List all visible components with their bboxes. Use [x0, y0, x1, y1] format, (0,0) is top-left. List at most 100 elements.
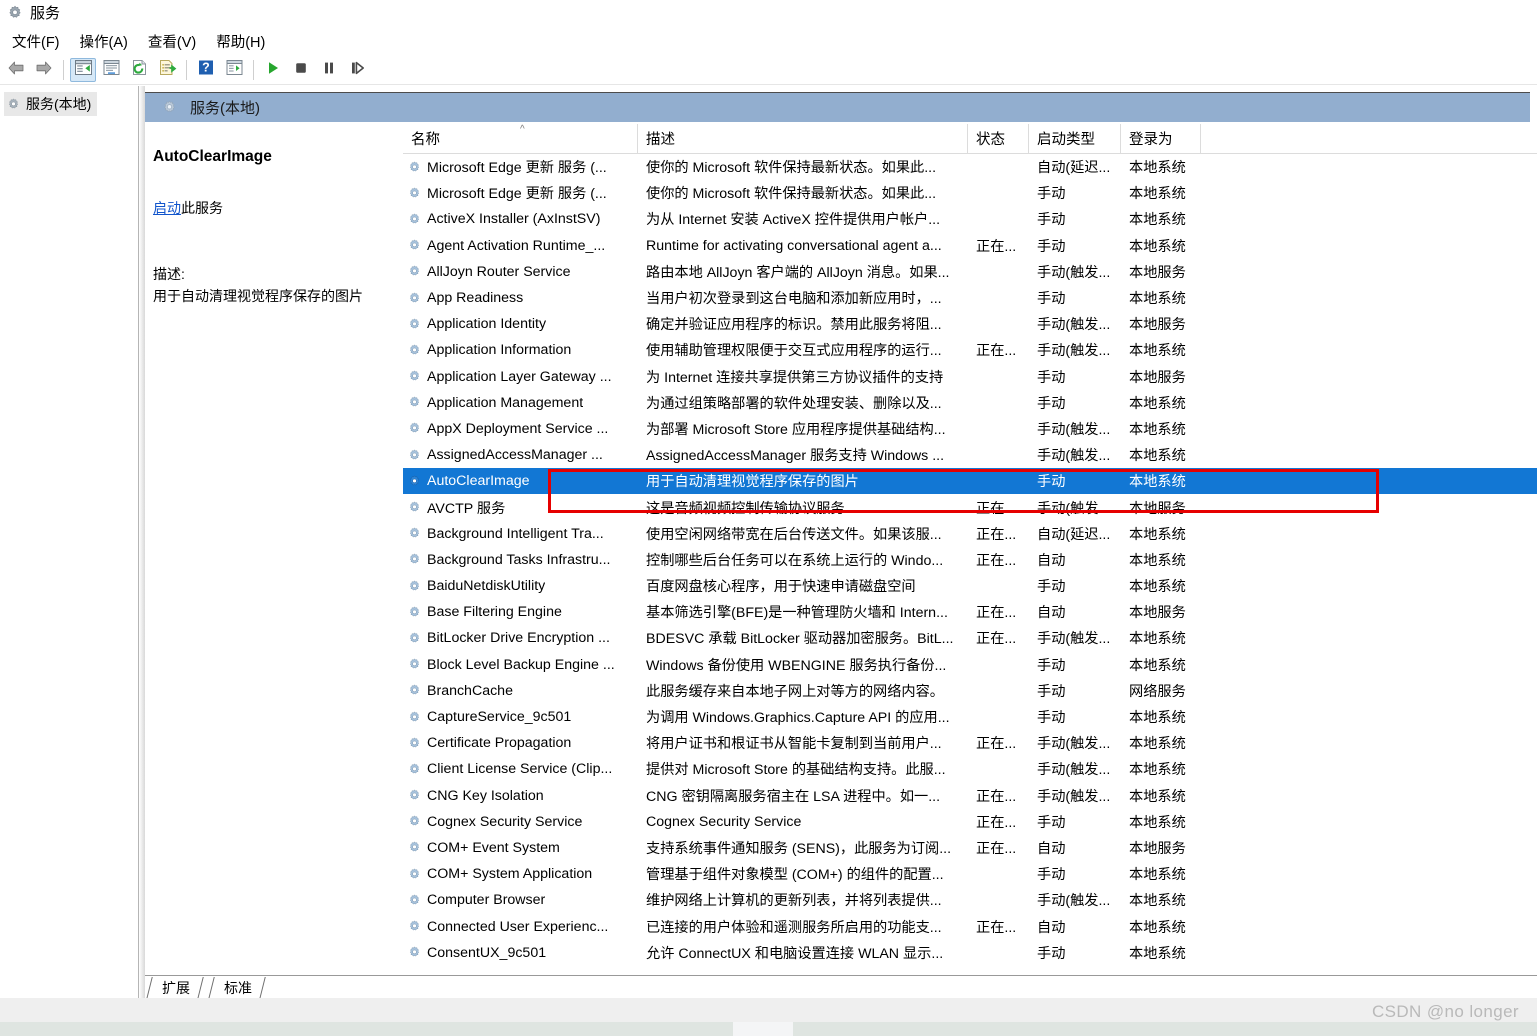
table-row[interactable]: Application Identity 确定并验证应用程序的标识。禁用此服务将阻…	[403, 311, 1537, 337]
tab-standard[interactable]: 标准	[208, 977, 266, 999]
start-service-link[interactable]: 启动	[153, 200, 181, 216]
column-header-status[interactable]: 状态	[968, 124, 1029, 153]
table-row[interactable]: Computer Browser 维护网络上计算机的更新列表，并将列表提供... 手…	[403, 887, 1537, 913]
pause-service-button[interactable]	[316, 58, 342, 82]
cell-status: 正在...	[976, 736, 1017, 753]
cell-description: Cognex Security Service	[646, 813, 802, 830]
table-row[interactable]: Microsoft Edge 更新 服务 (... 使你的 Microsoft 软…	[403, 154, 1537, 180]
table-row[interactable]: AssignedAccessManager ... AssignedAccessM…	[403, 442, 1537, 468]
cell-service-name: Computer Browser	[403, 892, 638, 908]
show-hide-tree-button[interactable]	[70, 58, 96, 82]
table-row[interactable]: App Readiness 当用户初次登录到这台电脑和添加新应用时，... 手动 本地…	[403, 285, 1537, 311]
cell-logon-as: 网络服务	[1129, 683, 1186, 700]
refresh-button[interactable]	[126, 58, 152, 82]
cell-service-name-label: AssignedAccessManager ...	[427, 447, 603, 464]
table-row[interactable]: CNG Key Isolation CNG 密钥隔离服务宿主在 LSA 进程中。如…	[403, 783, 1537, 809]
cell-service-name: Background Tasks Infrastru...	[403, 552, 638, 568]
help-button[interactable]: ?	[193, 58, 219, 82]
cell-logon-as: 本地系统	[1129, 945, 1186, 962]
properties-button[interactable]	[98, 58, 124, 82]
table-row[interactable]: Block Level Backup Engine ... Windows 备份使…	[403, 652, 1537, 678]
menu-help[interactable]: 帮助(H)	[206, 29, 275, 54]
cell-startup-type: 自动(延迟...	[1037, 160, 1111, 177]
services-gear-icon	[407, 657, 422, 672]
stop-service-button[interactable]	[288, 58, 314, 82]
table-row[interactable]: Base Filtering Engine 基本筛选引擎(BFE)是一种管理防火墙…	[403, 599, 1537, 625]
cell-service-name: Background Intelligent Tra...	[403, 526, 638, 542]
cell-description: 支持系统事件通知服务 (SENS)，此服务为订阅...	[646, 840, 952, 857]
menu-action[interactable]: 操作(A)	[70, 29, 138, 54]
cell-service-name: Cognex Security Service	[403, 814, 638, 830]
table-row[interactable]: Cognex Security Service Cognex Security S…	[403, 809, 1537, 835]
cell-description: 用于自动清理视觉程序保存的图片	[646, 474, 859, 491]
table-row[interactable]: Application Information 使用辅助管理权限便于交互式应用程序…	[403, 337, 1537, 363]
table-row[interactable]: CaptureService_9c501 为调用 Windows.Graphics…	[403, 704, 1537, 730]
table-row[interactable]: AVCTP 服务 这是音频视频控制传输协议服务 正在... 手动(触发... 本地服务	[403, 494, 1537, 520]
services-gear-icon	[407, 945, 422, 960]
menu-bar: 文件(F) 操作(A) 查看(V) 帮助(H)	[0, 28, 1537, 54]
cell-service-name: BranchCache	[403, 683, 638, 699]
show-action-pane-button[interactable]	[221, 58, 247, 82]
column-header-logon-as[interactable]: 登录为	[1121, 124, 1201, 153]
menu-file[interactable]: 文件(F)	[2, 29, 70, 54]
services-gear-icon	[407, 893, 422, 908]
export-list-button[interactable]	[154, 58, 180, 82]
forward-button[interactable]	[31, 58, 57, 82]
table-row[interactable]: BranchCache 此服务缓存来自本地子网上对等方的网络内容。 手动 网络服务	[403, 678, 1537, 704]
cell-description: 确定并验证应用程序的标识。禁用此服务将阻...	[646, 317, 942, 334]
cell-service-name: Application Information	[403, 342, 638, 358]
cell-status: 正在...	[976, 631, 1017, 648]
table-row[interactable]: AutoClearImage 用于自动清理视觉程序保存的图片 手动 本地系统	[403, 468, 1537, 495]
table-row[interactable]: Background Tasks Infrastru... 控制哪些后台任务可以在…	[403, 547, 1537, 573]
table-row[interactable]: ConsentUX_9c501 允许 ConnectUX 和电脑设置连接 WLAN…	[403, 940, 1537, 966]
back-button[interactable]	[3, 58, 29, 82]
table-row[interactable]: Application Layer Gateway ... 为 Internet …	[403, 364, 1537, 390]
cell-logon-as: 本地系统	[1129, 579, 1186, 596]
table-row[interactable]: Microsoft Edge 更新 服务 (... 使你的 Microsoft 软…	[403, 180, 1537, 206]
table-row[interactable]: COM+ System Application 管理基于组件对象模型 (COM+)…	[403, 861, 1537, 887]
svg-text:?: ?	[202, 60, 210, 74]
column-header-description[interactable]: 描述	[638, 124, 968, 153]
tab-extended[interactable]: 扩展	[146, 977, 204, 999]
start-service-button[interactable]	[260, 58, 286, 82]
cell-logon-as: 本地系统	[1129, 736, 1186, 753]
table-row[interactable]: Application Management 为通过组策略部署的软件处理安装、删除…	[403, 390, 1537, 416]
services-gear-icon	[407, 212, 422, 227]
table-row[interactable]: ActiveX Installer (AxInstSV) 为从 Internet …	[403, 206, 1537, 232]
menu-view[interactable]: 查看(V)	[138, 29, 206, 54]
cell-logon-as: 本地系统	[1129, 552, 1186, 569]
cell-description: 控制哪些后台任务可以在系统上运行的 Windo...	[646, 552, 944, 569]
cell-startup-type: 手动(触发...	[1037, 343, 1111, 360]
column-header-filler	[1201, 124, 1537, 153]
cell-logon-as: 本地系统	[1129, 762, 1186, 779]
services-gear-icon	[407, 448, 422, 463]
table-row[interactable]: Client License Service (Clip... 提供对 Micro…	[403, 756, 1537, 782]
table-row[interactable]: Connected User Experienc... 已连接的用户体验和遥测服务…	[403, 913, 1537, 939]
tree-node-services-local[interactable]: 服务(本地)	[4, 92, 98, 116]
table-row[interactable]: Certificate Propagation 将用户证书和根证书从智能卡复制到当…	[403, 730, 1537, 756]
detail-action-suffix: 此服务	[181, 200, 223, 216]
restart-service-button[interactable]	[344, 58, 370, 82]
cell-description: 为从 Internet 安装 ActiveX 控件提供用户帐户...	[646, 212, 941, 229]
services-gear-icon	[407, 160, 422, 175]
cell-service-name-label: Microsoft Edge 更新 服务 (...	[427, 186, 607, 203]
cell-startup-type: 手动(触发...	[1037, 762, 1111, 779]
services-gear-icon	[407, 579, 422, 594]
services-gear-icon	[6, 4, 24, 22]
cell-startup-type: 自动	[1037, 840, 1066, 857]
cell-logon-as: 本地系统	[1129, 788, 1186, 805]
column-header-startup-type[interactable]: 启动类型	[1029, 124, 1121, 153]
table-row[interactable]: COM+ Event System 支持系统事件通知服务 (SENS)，此服务为订…	[403, 835, 1537, 861]
taskbar-active-item[interactable]	[733, 1022, 793, 1036]
table-row[interactable]: Agent Activation Runtime_... Runtime for …	[403, 233, 1537, 259]
services-gear-icon	[407, 814, 422, 829]
column-header-name[interactable]: ^ 名称	[403, 124, 638, 153]
arrow-left-icon	[6, 60, 26, 81]
table-row[interactable]: BitLocker Drive Encryption ... BDESVC 承载 …	[403, 625, 1537, 651]
table-row[interactable]: BaiduNetdiskUtility 百度网盘核心程序，用于快速申请磁盘空间 手动…	[403, 573, 1537, 599]
cell-startup-type: 手动	[1037, 683, 1066, 700]
table-row[interactable]: Background Intelligent Tra... 使用空闲网络带宽在后台…	[403, 521, 1537, 547]
cell-startup-type: 自动	[1037, 919, 1066, 936]
table-row[interactable]: AppX Deployment Service ... 为部署 Microsoft…	[403, 416, 1537, 442]
table-row[interactable]: AllJoyn Router Service 路由本地 AllJoyn 客户端的 …	[403, 259, 1537, 285]
